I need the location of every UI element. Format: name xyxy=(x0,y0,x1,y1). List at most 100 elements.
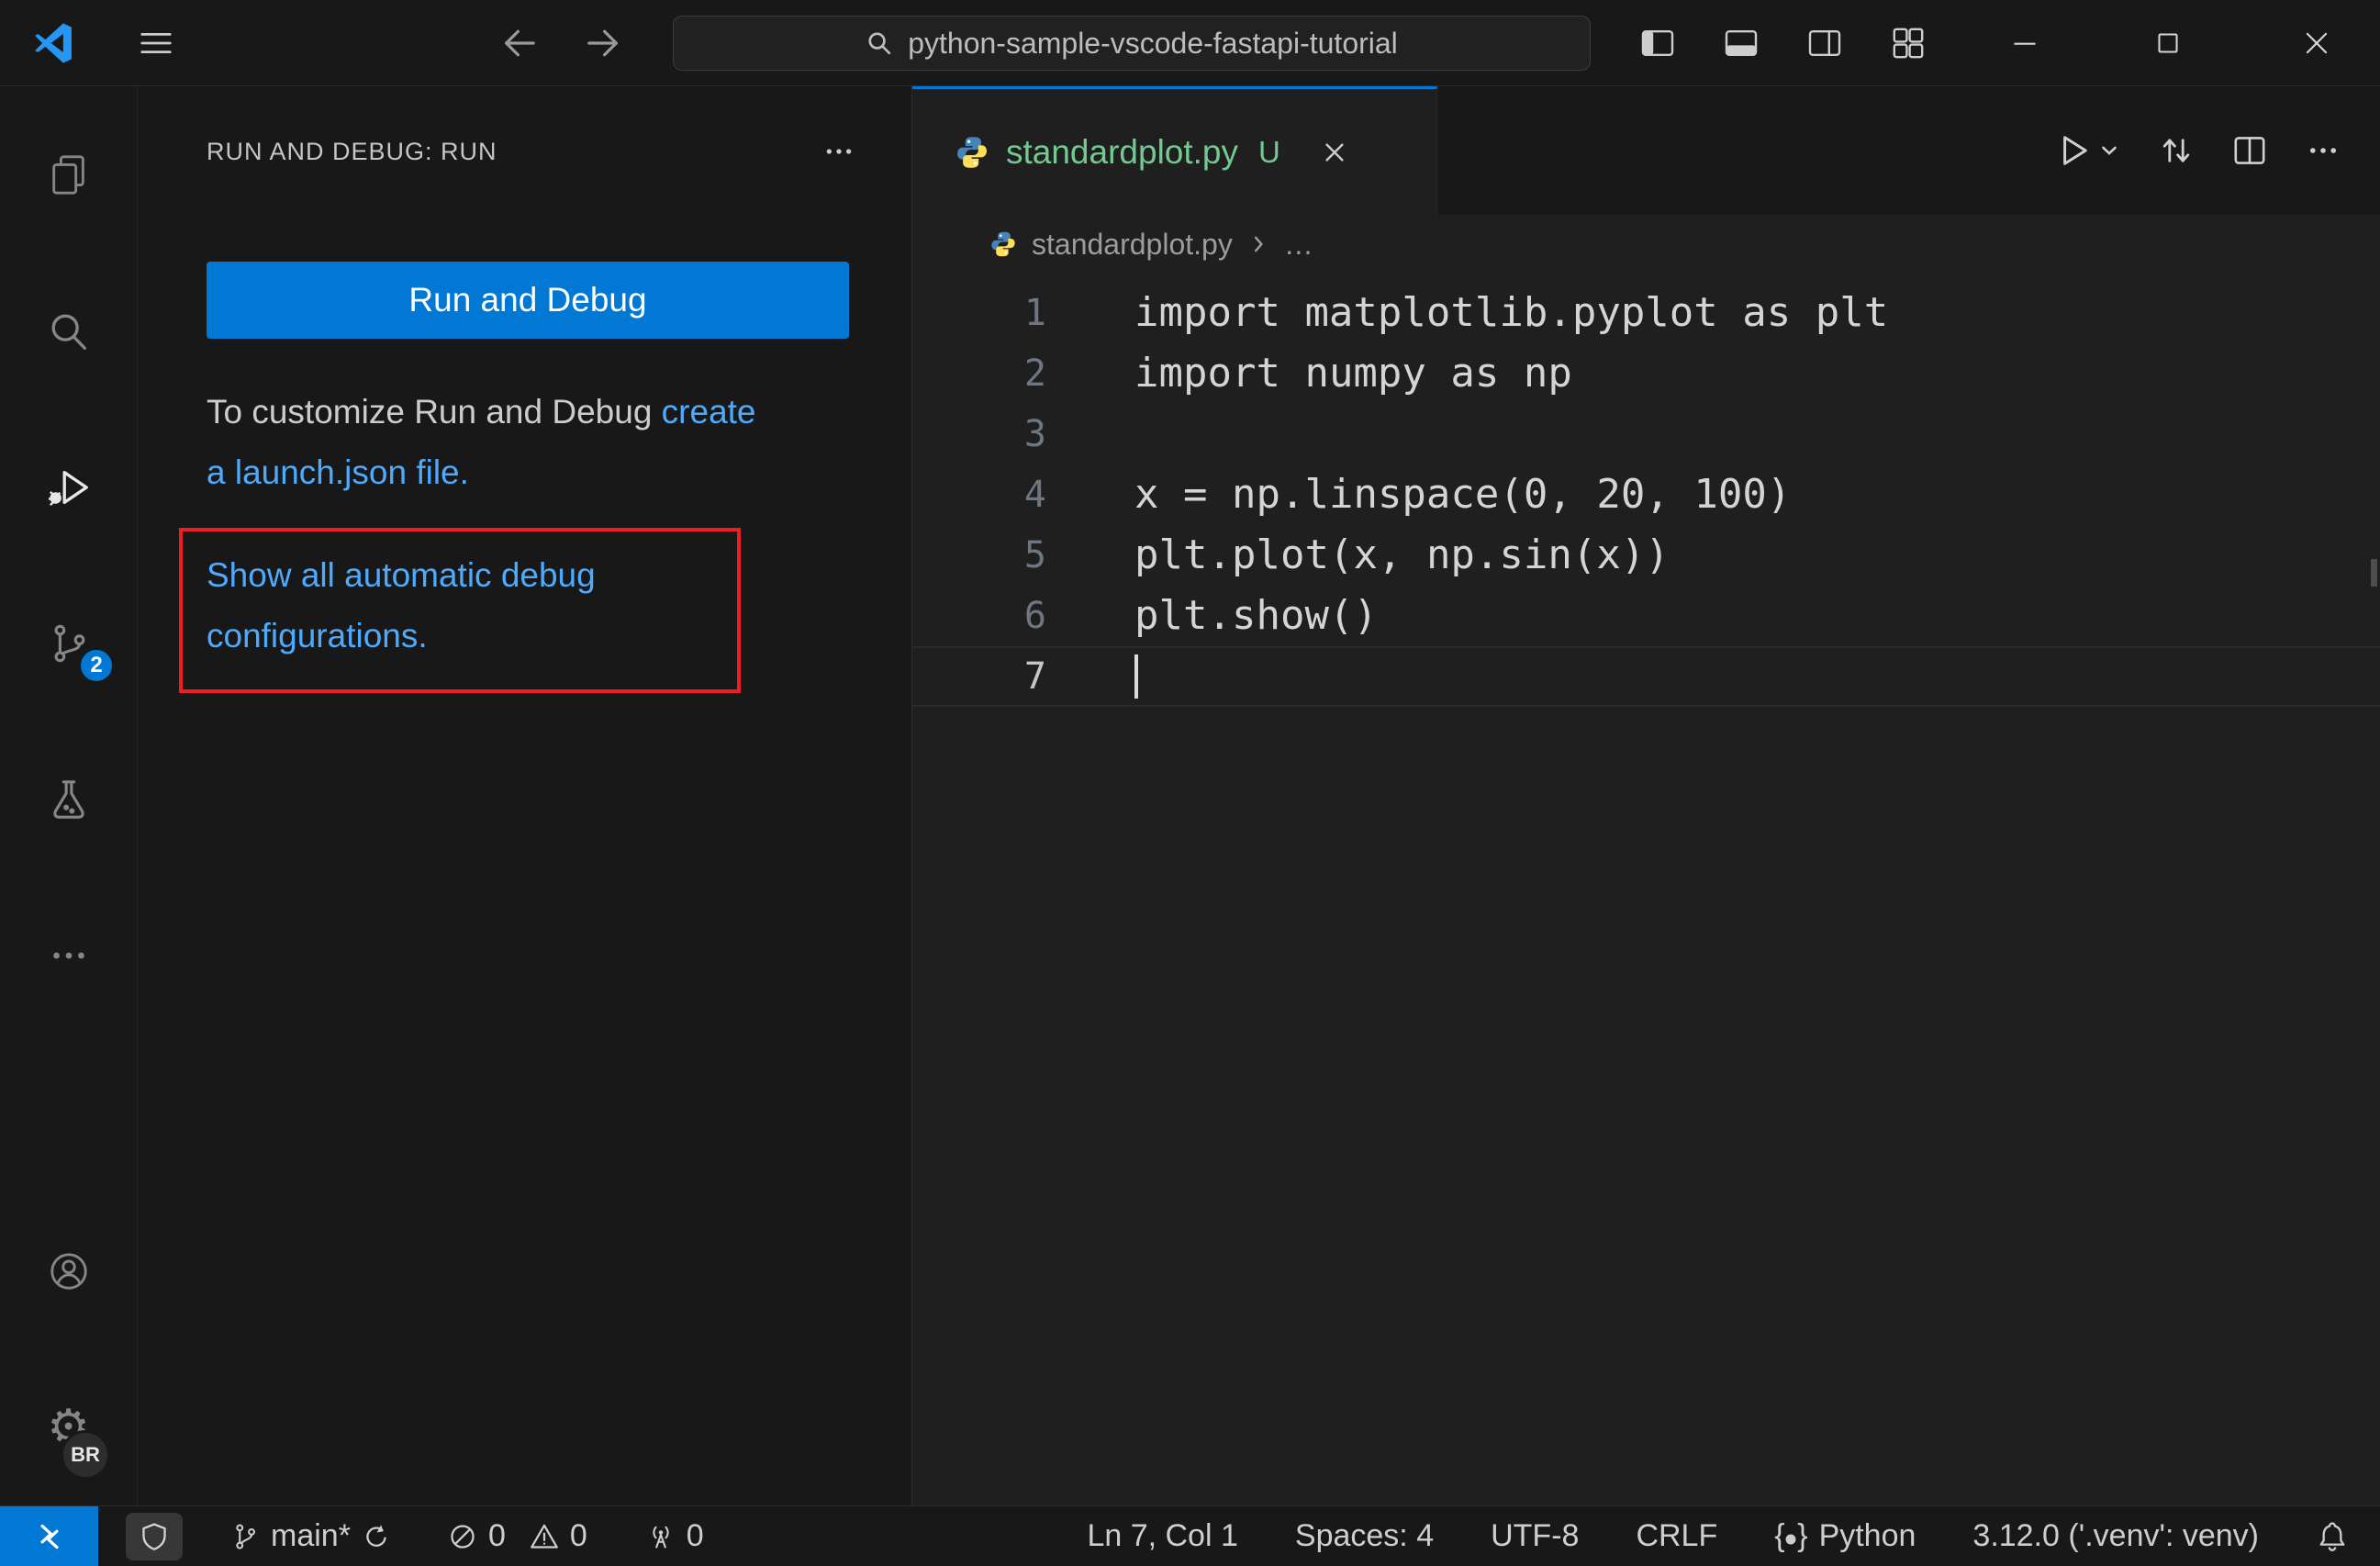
back-arrow-icon[interactable] xyxy=(501,25,538,62)
warning-icon xyxy=(530,1524,558,1549)
activity-bar-spacer xyxy=(0,1034,137,1193)
line-number[interactable]: 3 xyxy=(912,404,1101,464)
account-icon xyxy=(47,1249,91,1293)
tab-close-icon[interactable] xyxy=(1321,139,1348,166)
tab-bar: standardplot.py U xyxy=(912,86,2380,215)
language-braces-icon: { } xyxy=(1774,1518,1808,1553)
line-number[interactable]: 4 xyxy=(912,464,1101,525)
line-number[interactable]: 7 xyxy=(912,646,1101,707)
vscode-window: python-sample-vscode-fastapi-tutorial 2 … xyxy=(0,0,2380,1566)
split-editor-icon[interactable] xyxy=(2231,132,2268,169)
search-icon xyxy=(866,29,893,57)
run-debug-icon xyxy=(47,465,91,509)
view-more-actions-icon[interactable] xyxy=(821,134,856,169)
line-number[interactable]: 1 xyxy=(912,283,1101,343)
line-number[interactable]: 5 xyxy=(912,525,1101,586)
workspace-trust-badge[interactable] xyxy=(126,1512,183,1560)
code-line[interactable]: 1 import matplotlib.pyplot as plt xyxy=(912,283,2380,343)
remote-icon xyxy=(39,1524,59,1549)
sidebar-item-run-debug[interactable] xyxy=(0,409,137,565)
minimize-button[interactable] xyxy=(1990,0,2060,86)
activity-bar: 2 ⚙ BR xyxy=(0,86,138,1505)
language-status[interactable]: { } Python xyxy=(1774,1518,1916,1554)
editor-toolbar xyxy=(2053,86,2380,215)
tab-modified-badge: U xyxy=(1258,134,1280,169)
language-name: Python xyxy=(1818,1518,1916,1553)
chevron-down-icon xyxy=(2102,146,2117,155)
tab-standardplot[interactable]: standardplot.py U xyxy=(912,86,1437,215)
search-icon xyxy=(47,309,91,353)
toggle-primary-sidebar-icon[interactable] xyxy=(1639,25,1676,62)
error-icon xyxy=(451,1524,475,1549)
ports-status[interactable]: 0 xyxy=(646,1518,704,1554)
code-line[interactable]: 6 plt.show() xyxy=(912,586,2380,646)
git-branch-icon xyxy=(236,1523,255,1549)
sidebar-item-explorer[interactable] xyxy=(0,97,137,253)
line-number[interactable]: 2 xyxy=(912,343,1101,404)
line-number[interactable]: 6 xyxy=(912,586,1101,646)
code-line[interactable]: 2 import numpy as np xyxy=(912,343,2380,404)
branch-name: main* xyxy=(271,1518,351,1553)
breadcrumb-file[interactable]: standardplot.py xyxy=(1032,228,1233,262)
tab-label: standardplot.py xyxy=(1006,132,1239,171)
accounts-button[interactable] xyxy=(0,1193,137,1349)
editor-group: standardplot.py U standardplot.py … 1 im… xyxy=(912,86,2380,1505)
beaker-icon xyxy=(47,777,91,822)
encoding-status[interactable]: UTF-8 xyxy=(1491,1518,1579,1554)
customize-text: To customize Run and Debug xyxy=(207,393,662,431)
forward-arrow-icon[interactable] xyxy=(585,25,621,62)
command-center[interactable]: python-sample-vscode-fastapi-tutorial xyxy=(673,16,1591,71)
notifications-bell[interactable] xyxy=(2316,1520,2349,1553)
open-changes-icon[interactable] xyxy=(2158,132,2195,169)
sidebar-item-search[interactable] xyxy=(0,253,137,409)
sidebar-item-testing[interactable] xyxy=(0,721,137,878)
manage-settings-button[interactable]: ⚙ BR xyxy=(0,1349,137,1505)
code-line[interactable]: 7 xyxy=(912,646,2380,707)
indentation-status[interactable]: Spaces: 4 xyxy=(1295,1518,1434,1554)
status-bar-right: Ln 7, Col 1 Spaces: 4 UTF-8 CRLF { } Pyt… xyxy=(1087,1518,2380,1554)
customize-paragraph: To customize Run and Debug create a laun… xyxy=(207,382,757,503)
editor-more-actions-icon[interactable] xyxy=(2305,132,2341,169)
warning-count: 0 xyxy=(569,1518,587,1553)
vscode-logo-icon xyxy=(33,23,73,63)
error-count: 0 xyxy=(487,1518,506,1553)
text-cursor xyxy=(1134,654,1138,699)
eol-status[interactable]: CRLF xyxy=(1636,1518,1717,1554)
shield-icon xyxy=(142,1522,166,1550)
port-count: 0 xyxy=(686,1518,704,1553)
python-interpreter-status[interactable]: 3.12.0 ('.venv': venv) xyxy=(1972,1518,2259,1554)
code-line[interactable]: 5 plt.plot(x, np.sin(x)) xyxy=(912,525,2380,586)
menu-hamburger-icon[interactable] xyxy=(138,25,174,62)
remote-indicator[interactable] xyxy=(0,1506,98,1566)
cursor-position-status[interactable]: Ln 7, Col 1 xyxy=(1087,1518,1237,1554)
breadcrumb-chevron-icon xyxy=(1254,236,1263,252)
run-debug-sidebar: RUN AND DEBUG: RUN Run and Debug To cust… xyxy=(138,86,912,1505)
python-icon xyxy=(957,136,987,168)
auto-debug-paragraph: Show all automatic debug configurations. xyxy=(207,545,721,666)
problems-status[interactable]: 0 0 xyxy=(448,1518,587,1554)
status-bar: main* 0 0 0 Ln 7, Col 1 Spaces: 4 UTF-8 … xyxy=(0,1505,2380,1566)
title-bar: python-sample-vscode-fastapi-tutorial xyxy=(0,0,2380,86)
show-auto-debug-configs-link[interactable]: Show all automatic debug configurations. xyxy=(207,556,596,654)
radio-tower-icon xyxy=(653,1526,669,1549)
toggle-panel-icon[interactable] xyxy=(1723,25,1760,62)
toggle-secondary-sidebar-icon[interactable] xyxy=(1806,25,1843,62)
python-icon xyxy=(991,231,1015,257)
maximize-button[interactable] xyxy=(2133,0,2203,86)
profile-badge: BR xyxy=(61,1430,110,1480)
ellipsis-icon xyxy=(47,934,91,978)
breadcrumb: standardplot.py … xyxy=(912,215,2380,274)
code-line[interactable]: 3 xyxy=(912,404,2380,464)
sidebar-item-more[interactable] xyxy=(0,878,137,1034)
code-line[interactable]: 4x = np.linspace(0, 20, 100) xyxy=(912,464,2380,525)
run-python-file-button[interactable] xyxy=(2053,131,2121,170)
command-center-label: python-sample-vscode-fastapi-tutorial xyxy=(908,26,1398,60)
run-and-debug-button[interactable]: Run and Debug xyxy=(207,262,849,339)
branch-status[interactable]: main* xyxy=(230,1518,391,1554)
breadcrumb-more[interactable]: … xyxy=(1284,228,1313,262)
sidebar-item-source-control[interactable]: 2 xyxy=(0,565,137,721)
sync-icon[interactable] xyxy=(362,1522,391,1551)
customize-layout-icon[interactable] xyxy=(1890,25,1927,62)
code-area[interactable]: 1 import matplotlib.pyplot as plt 2 import … xyxy=(912,274,2380,1505)
close-window-button[interactable] xyxy=(2282,0,2352,86)
